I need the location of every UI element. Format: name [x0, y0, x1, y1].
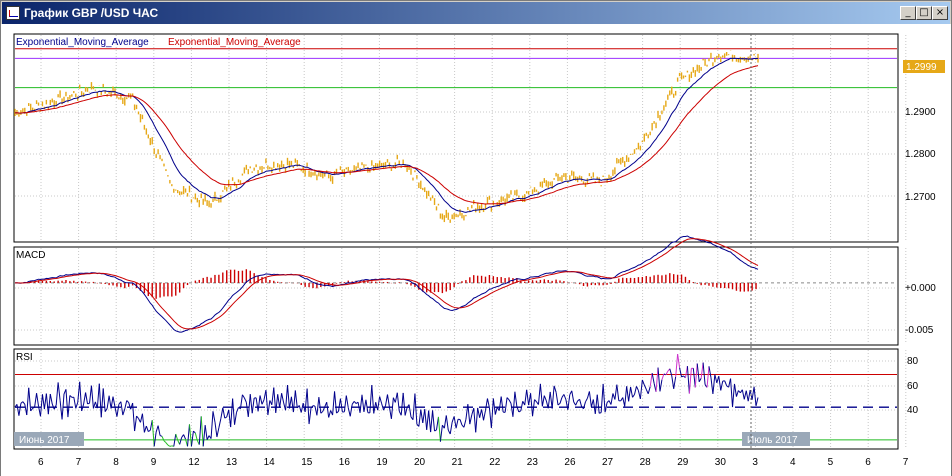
x-axis-label: 21: [452, 457, 464, 468]
restore-icon: □: [919, 7, 929, 18]
minimize-button[interactable]: _: [900, 6, 916, 20]
x-axis-label: 29: [677, 457, 689, 468]
rsi-segment: [159, 435, 163, 437]
minimize-icon: _: [905, 7, 911, 18]
y-tick-rsi-2: 60: [907, 381, 919, 392]
rsi-segment: [169, 445, 172, 447]
x-axis-label: 15: [301, 457, 313, 468]
x-axis-label: 6: [38, 457, 44, 468]
x-axis-label: 19: [376, 457, 388, 468]
chart-window: График GBP /USD ЧАС _ □ × Exponential_Mo…: [0, 0, 952, 476]
window-title: График GBP /USD ЧАС: [24, 6, 159, 20]
x-axis-label: 13: [226, 457, 238, 468]
y-tick-macd-1: +0.000: [905, 283, 936, 294]
x-axis-label: 9: [151, 457, 157, 468]
rsi-label: RSI: [16, 352, 33, 363]
x-axis-label: 30: [715, 457, 727, 468]
x-axis-label: 27: [602, 457, 614, 468]
legend-ema-slow: Exponential_Moving_Average: [168, 37, 301, 48]
chart-window-icon: [6, 6, 20, 20]
x-axis-label: 5: [828, 457, 834, 468]
title-bar[interactable]: График GBP /USD ЧАС _ □ ×: [2, 2, 950, 24]
cursor-date-text: Июль 2017: [747, 435, 798, 446]
x-axis-label: 8: [113, 457, 119, 468]
x-axis-label: 7: [76, 457, 82, 468]
y-tick-macd-2: -0.005: [905, 325, 934, 336]
restore-button[interactable]: □: [916, 6, 932, 20]
x-axis-label: 3: [752, 457, 758, 468]
close-button[interactable]: ×: [932, 6, 948, 20]
close-icon: ×: [935, 7, 945, 18]
x-axis-label: 6: [865, 457, 871, 468]
current-price-value: 1.2999: [906, 62, 937, 73]
rsi-segment: [87, 402, 90, 405]
y-tick-rsi-1: 80: [907, 356, 919, 367]
y-tick-main-2: 1.2800: [905, 149, 936, 160]
x-axis-label: 12: [188, 457, 200, 468]
x-axis-label: 23: [527, 457, 539, 468]
x-axis-label: 22: [489, 457, 501, 468]
rsi-segment: [599, 412, 602, 414]
y-tick-main-1: 1.2900: [905, 107, 936, 118]
y-tick-rsi-3: 40: [907, 405, 919, 416]
left-date-text: Июнь 2017: [19, 435, 70, 446]
macd-label: MACD: [16, 250, 45, 261]
x-axis-label: 26: [564, 457, 576, 468]
chart-canvas[interactable]: Exponential_Moving_Average Exponential_M…: [1, 24, 951, 476]
x-axis-label: 20: [414, 457, 426, 468]
x-axis-label: 16: [339, 457, 351, 468]
x-axis-label: 28: [640, 457, 652, 468]
x-axis-label: 4: [790, 457, 796, 468]
x-axis-label: 14: [264, 457, 276, 468]
y-tick-main-3: 1.2700: [905, 192, 936, 203]
legend-ema-fast: Exponential_Moving_Average: [16, 37, 149, 48]
x-axis-label: 7: [903, 457, 909, 468]
